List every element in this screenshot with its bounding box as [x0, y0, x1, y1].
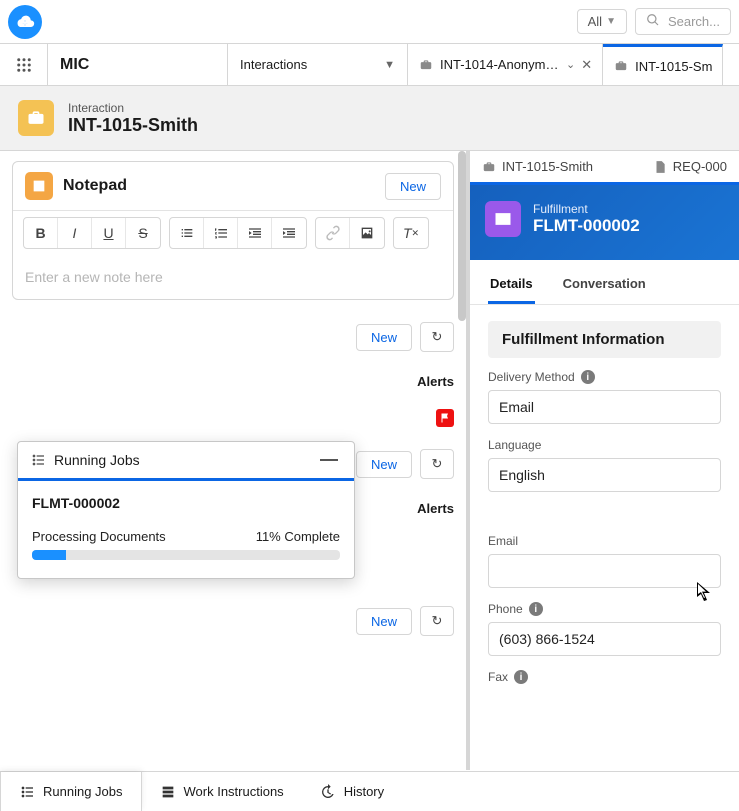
running-jobs-popup: Running Jobs FLMT-000002 Processing Docu…: [17, 441, 355, 579]
info-icon[interactable]: i: [581, 370, 595, 384]
notepad-new-button[interactable]: New: [385, 173, 441, 200]
indent-button[interactable]: [272, 218, 306, 248]
chevron-down-icon: ▼: [606, 16, 616, 27]
chevron-down-icon[interactable]: ⌄: [566, 58, 575, 71]
briefcase-icon: [418, 58, 434, 72]
footer-history[interactable]: History: [302, 772, 402, 811]
info-icon[interactable]: i: [529, 602, 543, 616]
global-search[interactable]: Search...: [635, 8, 731, 35]
progress-bar: [32, 550, 340, 560]
job-progress-text: 11% Complete: [256, 529, 340, 544]
document-icon: [653, 160, 667, 174]
tab-conversation[interactable]: Conversation: [561, 266, 648, 304]
tab-label: INT-1015-Sm: [635, 59, 712, 74]
footer-label: History: [344, 784, 384, 799]
crumb-label: REQ-000: [673, 159, 727, 174]
crumb-request[interactable]: REQ-000: [653, 159, 727, 174]
clear-format-button[interactable]: T✕: [394, 218, 428, 248]
phone-field[interactable]: (603) 866-1524: [488, 622, 721, 656]
refresh-button[interactable]: ↻: [420, 322, 454, 352]
jobs-icon: [19, 784, 35, 800]
tab-int-1014[interactable]: INT-1014-Anonymo... ⌄ ✕: [408, 44, 603, 85]
email-field[interactable]: [488, 554, 721, 588]
crumb-label: INT-1015-Smith: [502, 159, 593, 174]
refresh-button[interactable]: ↻: [420, 449, 454, 479]
app-launcher[interactable]: [0, 44, 48, 85]
nav-menu-interactions[interactable]: Interactions ▼: [228, 44, 408, 85]
scope-selector[interactable]: All ▼: [577, 9, 627, 34]
italic-button[interactable]: I: [58, 218, 92, 248]
numbered-list-button[interactable]: [204, 218, 238, 248]
alerts-heading: Alerts: [352, 495, 454, 520]
fax-label: Fax i: [488, 670, 721, 684]
briefcase-icon: [613, 59, 629, 73]
nav-menu-label: Interactions: [240, 57, 307, 72]
job-status: Processing Documents: [32, 529, 166, 544]
interaction-icon: [18, 100, 54, 136]
email-label: Email: [488, 534, 721, 548]
notepad-icon: [25, 172, 53, 200]
briefcase-icon: [482, 160, 496, 174]
footer-running-jobs[interactable]: Running Jobs: [0, 772, 142, 811]
scope-label: All: [588, 14, 602, 29]
underline-button[interactable]: U: [92, 218, 126, 248]
bold-button[interactable]: B: [24, 218, 58, 248]
search-icon: [646, 13, 660, 30]
refresh-button[interactable]: ↻: [420, 606, 454, 636]
object-type-label: Fulfillment: [533, 202, 640, 216]
fulfillment-icon: [485, 201, 521, 237]
minimize-button[interactable]: [316, 455, 342, 465]
app-name: MIC: [48, 44, 228, 85]
tab-int-1015[interactable]: INT-1015-Sm: [603, 44, 723, 85]
new-button[interactable]: New: [356, 451, 412, 478]
new-button[interactable]: New: [356, 608, 412, 635]
footer-label: Running Jobs: [43, 784, 123, 799]
scrollbar-thumb[interactable]: [458, 151, 466, 321]
bullet-list-button[interactable]: [170, 218, 204, 248]
job-id: FLMT-000002: [32, 495, 340, 511]
editor-toolbar: B I U S T✕: [13, 210, 453, 255]
tab-details[interactable]: Details: [488, 266, 535, 304]
new-button[interactable]: New: [356, 324, 412, 351]
language-field[interactable]: English: [488, 458, 721, 492]
phone-label: Phone i: [488, 602, 721, 616]
object-type-label: Interaction: [68, 101, 198, 115]
crumb-interaction[interactable]: INT-1015-Smith: [482, 159, 593, 174]
chevron-down-icon: ▼: [384, 59, 395, 71]
info-icon[interactable]: i: [514, 670, 528, 684]
tab-label: INT-1014-Anonymo...: [440, 57, 560, 72]
image-button[interactable]: [350, 218, 384, 248]
jobs-icon: [30, 452, 46, 468]
strikethrough-button[interactable]: S: [126, 218, 160, 248]
panel-title: Fulfillment Information: [488, 321, 721, 358]
footer-work-instructions[interactable]: Work Instructions: [142, 772, 302, 811]
outdent-button[interactable]: [238, 218, 272, 248]
popup-title: Running Jobs: [54, 452, 140, 468]
delivery-method-label: Delivery Method i: [488, 370, 721, 384]
notepad-card: Notepad New B I U S: [12, 161, 454, 300]
language-label: Language: [488, 438, 721, 452]
fulfillment-title: FLMT-000002: [533, 216, 640, 236]
alerts-heading: Alerts: [352, 368, 454, 393]
page-title: INT-1015-Smith: [68, 115, 198, 136]
minimize-icon: [320, 459, 338, 461]
instructions-icon: [160, 784, 176, 800]
link-button[interactable]: [316, 218, 350, 248]
close-icon[interactable]: ✕: [581, 57, 592, 73]
search-placeholder: Search...: [668, 14, 720, 29]
note-input[interactable]: Enter a new note here: [13, 255, 453, 299]
delivery-method-field[interactable]: Email: [488, 390, 721, 424]
footer-label: Work Instructions: [184, 784, 284, 799]
apps-icon: [15, 56, 33, 74]
notepad-title: Notepad: [63, 177, 127, 195]
history-icon: [320, 784, 336, 800]
flag-icon: [436, 409, 454, 427]
app-logo[interactable]: [8, 5, 42, 39]
